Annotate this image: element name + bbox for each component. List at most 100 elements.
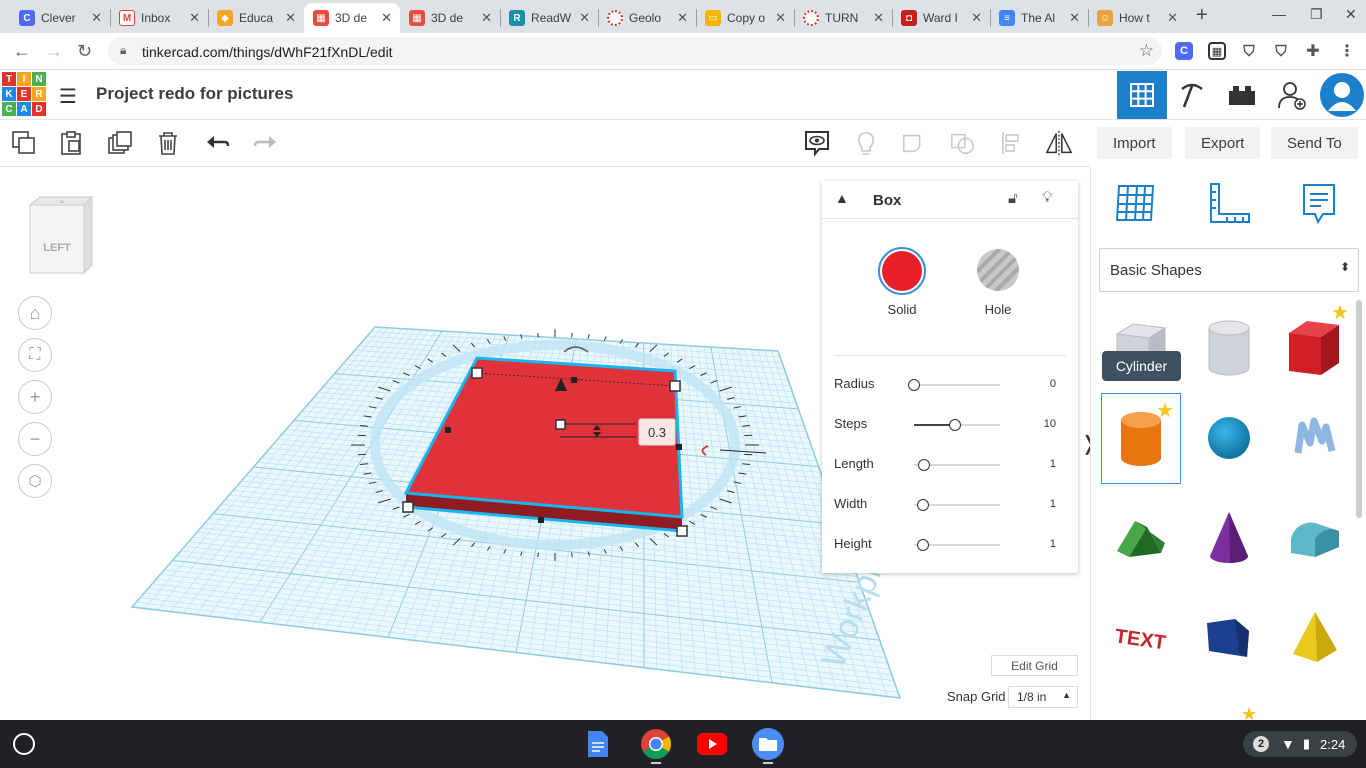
show-all-button[interactable]: [853, 130, 879, 156]
shape-library-select[interactable]: Basic Shapes ⬍: [1099, 248, 1359, 292]
corner-handle[interactable]: [669, 380, 681, 392]
project-title[interactable]: Project redo for pictures: [96, 84, 293, 104]
width-slider-knob[interactable]: [917, 499, 929, 511]
close-tab-icon[interactable]: ✕: [1167, 10, 1178, 26]
browser-tab[interactable]: TURN ✕: [794, 3, 892, 33]
workplane-tool-button[interactable]: [1115, 182, 1157, 227]
notes-tool-button[interactable]: [1301, 182, 1337, 229]
extensions-puzzle-icon[interactable]: ✚: [1304, 42, 1322, 60]
cone-shape[interactable]: [1189, 493, 1269, 583]
url-field[interactable]: 🔒︎ tinkercad.com/things/dWhF21fXnDL/edit…: [108, 37, 1162, 65]
height-value[interactable]: 1: [1050, 538, 1056, 550]
steps-slider-knob[interactable]: [949, 419, 961, 431]
cylinder-hole-shape[interactable]: [1189, 303, 1269, 393]
clever-extension-icon[interactable]: C: [1175, 42, 1193, 60]
length-value[interactable]: 1: [1050, 458, 1056, 470]
group-button[interactable]: [901, 130, 927, 156]
browser-tab[interactable]: R ReadW ✕: [500, 3, 598, 33]
close-tab-icon[interactable]: ✕: [481, 10, 492, 26]
copy-button[interactable]: [11, 130, 37, 156]
hole-button[interactable]: [977, 249, 1019, 291]
corner-handle[interactable]: [471, 367, 483, 379]
close-tab-icon[interactable]: ✕: [91, 10, 102, 26]
close-tab-icon[interactable]: ✕: [971, 10, 982, 26]
undo-button[interactable]: [205, 130, 231, 156]
polygon-shape[interactable]: [1189, 593, 1269, 683]
perspective-button[interactable]: ⬡: [18, 464, 52, 498]
height-handle[interactable]: [555, 419, 566, 430]
browser-tab[interactable]: C Clever ✕: [10, 3, 110, 33]
youtube-taskbar-button[interactable]: [696, 728, 728, 760]
zoom-in-button[interactable]: +: [18, 380, 52, 414]
add-user-button[interactable]: [1267, 71, 1317, 119]
hide-shape-lightbulb-icon[interactable]: 💡︎: [1042, 189, 1053, 206]
duplicate-button[interactable]: [107, 130, 133, 156]
redo-button[interactable]: [252, 130, 278, 156]
favorite-star-icon[interactable]: ★: [1331, 300, 1349, 325]
zoom-out-button[interactable]: −: [18, 422, 52, 456]
view-cube[interactable]: ≈ LEFT: [26, 195, 94, 275]
align-button[interactable]: [999, 130, 1025, 156]
browser-tab[interactable]: ◆ Educa ✕: [208, 3, 304, 33]
browser-tab[interactable]: ▦ 3D de ✕: [400, 3, 500, 33]
steps-value[interactable]: 10: [1044, 418, 1056, 430]
browser-tab-active[interactable]: ▦ 3D de ✕: [304, 3, 400, 33]
browser-tab[interactable]: M Inbox ✕: [110, 3, 208, 33]
text-shape[interactable]: TEXT: [1101, 593, 1181, 683]
design-list-icon[interactable]: ☰: [59, 84, 77, 109]
pyramid-shape[interactable]: [1275, 593, 1355, 683]
box-shape[interactable]: ★: [1275, 300, 1355, 393]
tinkercad-logo[interactable]: T I N K E R C A D: [2, 72, 46, 116]
bricks-mode-button[interactable]: [1217, 71, 1267, 119]
user-avatar[interactable]: [1317, 71, 1366, 119]
radius-slider-knob[interactable]: [908, 379, 920, 391]
favorite-star-icon[interactable]: ★: [1241, 704, 1257, 720]
browser-tab[interactable]: Geolo ✕: [598, 3, 696, 33]
send-to-button[interactable]: Send To: [1271, 127, 1358, 159]
width-slider[interactable]: [914, 499, 1000, 511]
browser-tab[interactable]: ☺ How t ✕: [1088, 3, 1186, 33]
solid-color-button[interactable]: [878, 247, 926, 295]
import-button[interactable]: Import: [1097, 127, 1172, 159]
back-arrow-icon[interactable]: ←: [13, 41, 31, 62]
corner-handle[interactable]: [676, 525, 688, 537]
home-view-button[interactable]: ⌂: [18, 296, 52, 330]
status-tray[interactable]: 2 ▼ ▮ 2:24: [1243, 731, 1357, 757]
edge-handle[interactable]: [676, 444, 682, 450]
paste-button[interactable]: [58, 130, 84, 156]
edge-handle[interactable]: [538, 517, 544, 523]
lock-shape-icon[interactable]: 🔓︎: [1008, 190, 1018, 207]
3d-design-mode-button[interactable]: [1117, 71, 1167, 119]
width-value[interactable]: 1: [1050, 498, 1056, 510]
close-tab-icon[interactable]: ✕: [579, 10, 590, 26]
length-slider[interactable]: [914, 459, 1000, 471]
radius-slider[interactable]: [908, 379, 1000, 391]
browser-tab[interactable]: ◘ Ward I ✕: [892, 3, 990, 33]
notes-button[interactable]: [803, 129, 831, 157]
round-roof-shape[interactable]: [1275, 493, 1355, 583]
roof-shape[interactable]: [1101, 493, 1181, 583]
minimize-icon[interactable]: —: [1272, 6, 1286, 22]
forward-arrow-icon[interactable]: →: [45, 41, 63, 62]
edge-handle[interactable]: [571, 377, 577, 383]
new-tab-icon[interactable]: +: [1196, 4, 1208, 27]
files-taskbar-button[interactable]: [752, 728, 784, 760]
browser-tab[interactable]: ▭ Copy o ✕: [696, 3, 794, 33]
ruler-tool-button[interactable]: [1207, 182, 1251, 229]
ungroup-button[interactable]: [950, 130, 976, 156]
shapes-scrollbar[interactable]: [1356, 300, 1362, 518]
close-tab-icon[interactable]: ✕: [285, 10, 296, 26]
close-tab-icon[interactable]: ✕: [1069, 10, 1080, 26]
restore-icon[interactable]: ❐: [1310, 6, 1323, 23]
shield-extension-icon[interactable]: ⛉: [1240, 42, 1258, 60]
blocks-mode-button[interactable]: [1167, 71, 1217, 119]
browser-tab[interactable]: ≡ The Al ✕: [990, 3, 1088, 33]
close-window-icon[interactable]: ✕: [1345, 6, 1357, 23]
edge-handle[interactable]: [445, 427, 451, 433]
steps-slider[interactable]: [914, 419, 1000, 431]
favorite-star-icon[interactable]: ★: [1156, 398, 1174, 423]
delete-button[interactable]: [155, 130, 181, 156]
reload-icon[interactable]: ↻: [77, 41, 92, 62]
shield-check-extension-icon[interactable]: ⛉: [1272, 42, 1290, 60]
radius-value[interactable]: 0: [1050, 378, 1056, 390]
